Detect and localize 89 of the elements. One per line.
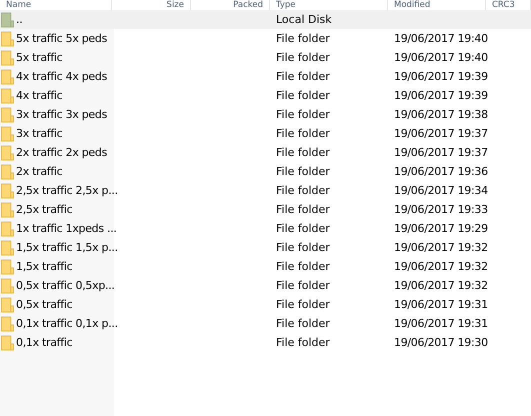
table-row[interactable]: 5x traffic 5x peds File folder 19/06/2017 19:40 — [0, 29, 531, 48]
type-cell: File folder — [276, 89, 330, 102]
modified-cell: 19/06/2017 19:37 — [394, 127, 488, 140]
modified-cell: 19/06/2017 19:37 — [394, 146, 488, 159]
folder-icon — [1, 258, 14, 274]
modified-cell: 19/06/2017 19:40 — [394, 32, 488, 45]
folder-icon — [1, 182, 14, 198]
table-row[interactable]: 0,1x traffic 0,1x p... File folder 19/06/2017 19:31 — [0, 314, 531, 333]
folder-name[interactable]: 0,1x traffic 0,1x p... — [16, 317, 118, 330]
modified-cell: 19/06/2017 19:39 — [394, 70, 488, 83]
folder-name[interactable]: 4x traffic — [16, 89, 62, 102]
folder-name[interactable]: 0,1x traffic — [16, 336, 72, 349]
folder-name[interactable]: 1,5x traffic — [16, 260, 72, 273]
modified-cell: 19/06/2017 19:39 — [394, 89, 488, 102]
folder-icon — [1, 240, 14, 256]
type-cell: File folder — [276, 70, 330, 83]
type-cell: File folder — [276, 298, 330, 311]
type-cell: File folder — [276, 184, 330, 197]
modified-cell: 19/06/2017 19:32 — [394, 260, 488, 273]
folder-icon — [1, 12, 14, 28]
folder-name[interactable]: 2x traffic 2x peds — [16, 146, 107, 159]
modified-cell: 19/06/2017 19:34 — [394, 184, 488, 197]
table-row[interactable]: 4x traffic 4x peds File folder 19/06/2017 19:39 — [0, 67, 531, 86]
table-row[interactable]: 2x traffic File folder 19/06/2017 19:36 — [0, 162, 531, 181]
folder-icon — [1, 68, 14, 84]
folder-name[interactable]: 1,5x traffic 1,5x p... — [16, 241, 118, 254]
folder-name[interactable]: 5x traffic — [16, 51, 62, 64]
table-row[interactable]: 0,5x traffic 0,5xp... File folder 19/06/2017 19:32 — [0, 276, 531, 295]
folder-icon — [1, 88, 14, 104]
folder-name[interactable]: 3x traffic — [16, 127, 62, 140]
table-row[interactable]: 2,5x traffic 2,5x p... File folder 19/06/2017 19:34 — [0, 181, 531, 200]
folder-name[interactable]: 3x traffic 3x peds — [16, 108, 107, 121]
folder-name[interactable]: 4x traffic 4x peds — [16, 70, 107, 83]
folder-icon — [1, 50, 14, 66]
table-row[interactable]: 1,5x traffic 1,5x p... File folder 19/06/2017 19:32 — [0, 238, 531, 257]
folder-icon — [1, 164, 14, 180]
type-cell: File folder — [276, 279, 330, 292]
type-cell: File folder — [276, 336, 330, 349]
folder-icon — [1, 296, 14, 312]
folder-icon — [1, 126, 14, 142]
type-cell: File folder — [276, 51, 330, 64]
table-row[interactable]: 2x traffic 2x peds File folder 19/06/2017 19:37 — [0, 143, 531, 162]
table-row[interactable]: 2,5x traffic File folder 19/06/2017 19:33 — [0, 200, 531, 219]
modified-cell: 19/06/2017 19:30 — [394, 336, 488, 349]
type-cell: File folder — [276, 108, 330, 121]
table-row[interactable]: 1,5x traffic File folder 19/06/2017 19:32 — [0, 257, 531, 276]
folder-icon — [1, 220, 14, 236]
parent-folder-name[interactable]: .. — [16, 13, 22, 26]
type-cell: File folder — [276, 203, 330, 216]
type-cell: File folder — [276, 260, 330, 273]
modified-cell: 19/06/2017 19:29 — [394, 222, 488, 235]
table-row[interactable]: 3x traffic File folder 19/06/2017 19:37 — [0, 124, 531, 143]
folder-icon — [1, 334, 14, 350]
folder-name[interactable]: 2,5x traffic — [16, 203, 72, 216]
modified-cell: 19/06/2017 19:32 — [394, 279, 488, 292]
folder-name[interactable]: 2,5x traffic 2,5x p... — [16, 184, 118, 197]
folder-name[interactable]: 0,5x traffic 0,5xp... — [16, 279, 115, 292]
type-cell: Local Disk — [276, 13, 332, 26]
folder-icon — [1, 106, 14, 122]
modified-cell: 19/06/2017 19:32 — [394, 241, 488, 254]
folder-name[interactable]: 2x traffic — [16, 165, 62, 178]
modified-cell: 19/06/2017 19:33 — [394, 203, 488, 216]
table-row[interactable]: 0,1x traffic File folder 19/06/2017 19:30 — [0, 333, 531, 352]
type-cell: File folder — [276, 317, 330, 330]
type-cell: File folder — [276, 241, 330, 254]
folder-name[interactable]: 0,5x traffic — [16, 298, 72, 311]
table-row[interactable]: 0,5x traffic File folder 19/06/2017 19:31 — [0, 295, 531, 314]
table-row[interactable]: 3x traffic 3x peds File folder 19/06/2017 19:38 — [0, 105, 531, 124]
modified-cell: 19/06/2017 19:38 — [394, 108, 488, 121]
table-row[interactable]: 4x traffic File folder 19/06/2017 19:39 — [0, 86, 531, 105]
folder-icon — [1, 30, 14, 46]
table-row[interactable]: 1x traffic 1xpeds ... File folder 19/06/2017 19:29 — [0, 219, 531, 238]
modified-cell: 19/06/2017 19:31 — [394, 317, 488, 330]
folder-icon — [1, 278, 14, 294]
type-cell: File folder — [276, 146, 330, 159]
selected-row[interactable]: .. Local Disk — [0, 10, 531, 29]
folder-icon — [1, 144, 14, 160]
type-cell: File folder — [276, 32, 330, 45]
type-cell: File folder — [276, 165, 330, 178]
modified-cell: 19/06/2017 19:31 — [394, 298, 488, 311]
folder-name[interactable]: 5x traffic 5x peds — [16, 32, 107, 45]
type-cell: File folder — [276, 127, 330, 140]
folder-icon — [1, 316, 14, 332]
folder-name[interactable]: 1x traffic 1xpeds ... — [16, 222, 117, 235]
type-cell: File folder — [276, 222, 330, 235]
modified-cell: 19/06/2017 19:36 — [394, 165, 488, 178]
table-row[interactable]: 5x traffic File folder 19/06/2017 19:40 — [0, 48, 531, 67]
modified-cell: 19/06/2017 19:40 — [394, 51, 488, 64]
folder-icon — [1, 202, 14, 218]
